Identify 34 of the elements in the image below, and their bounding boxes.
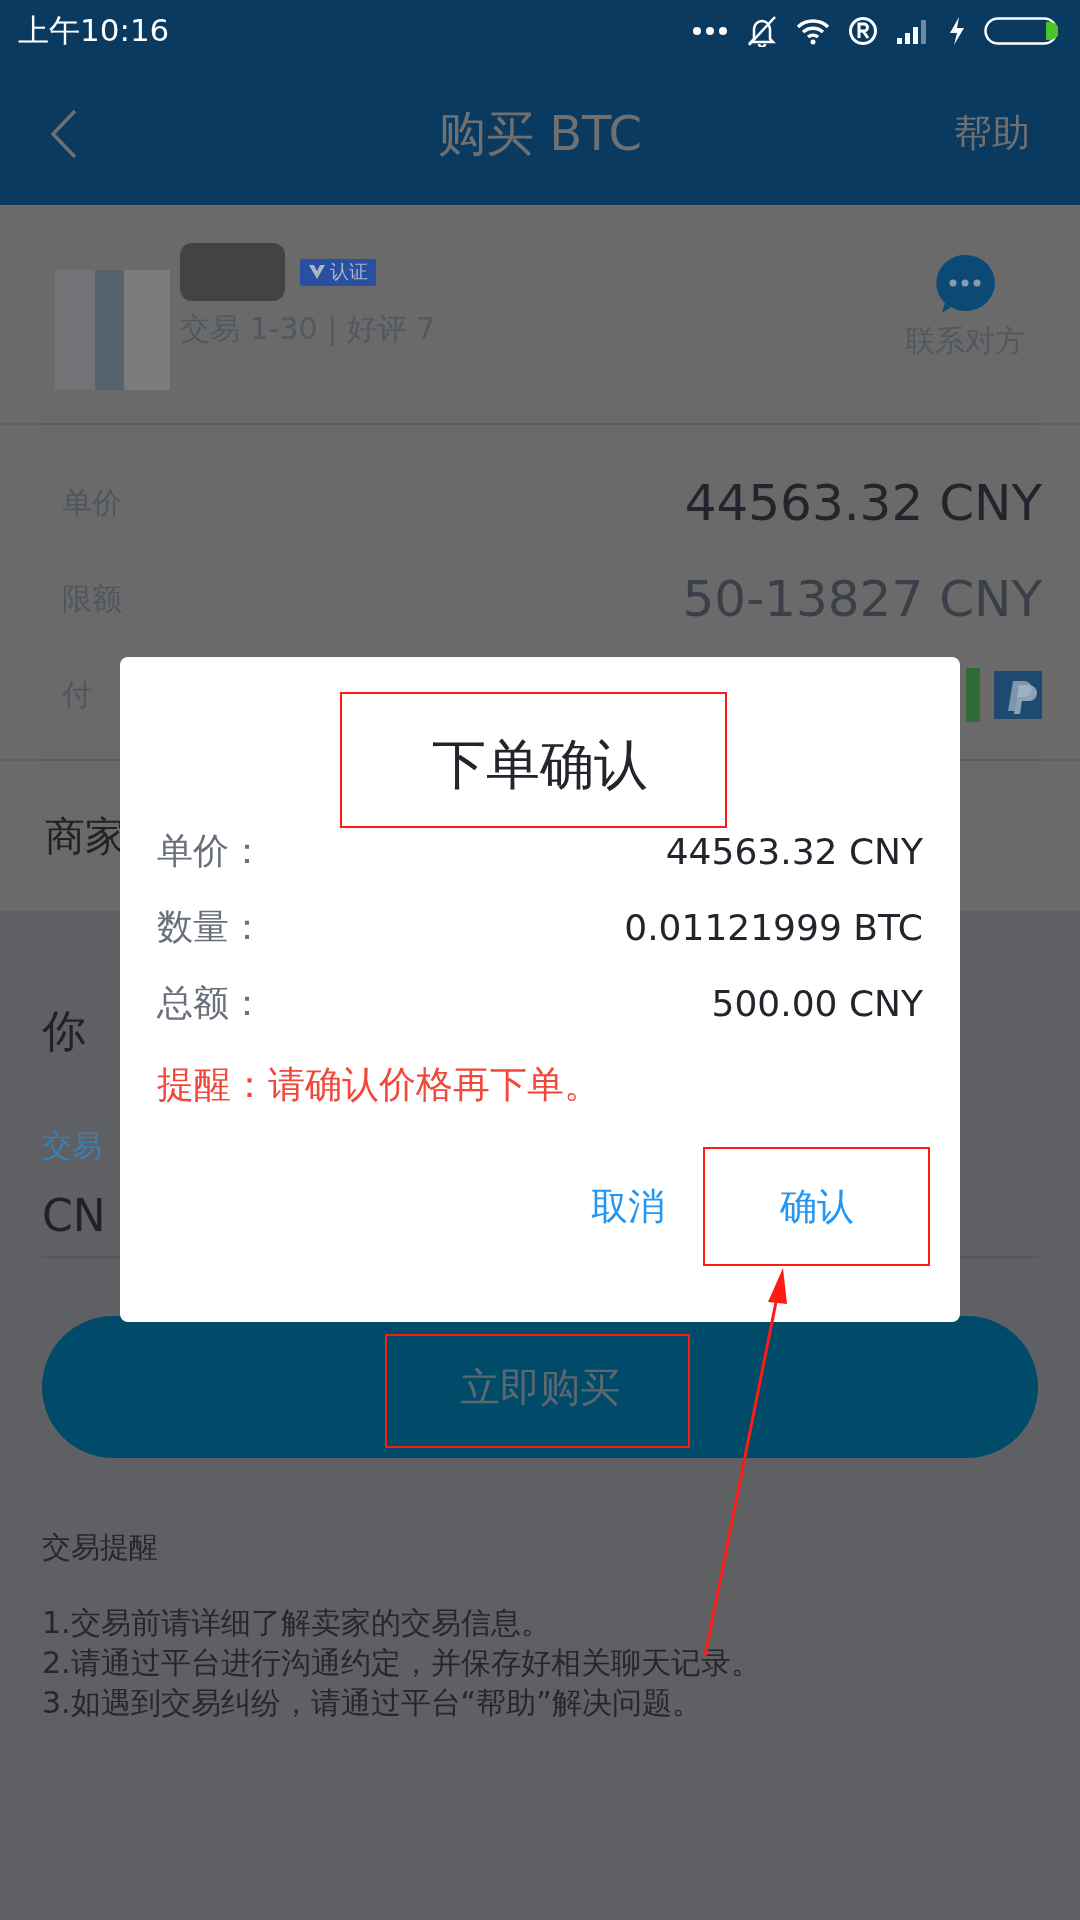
confirm-button[interactable]: 确认	[705, 1149, 928, 1264]
help-link[interactable]: 帮助	[954, 108, 1030, 159]
detail-value: 44563.32 CNY	[684, 474, 1042, 532]
bell-muted-icon	[746, 15, 778, 47]
buy-now-button[interactable]: 立即购买	[42, 1316, 1038, 1458]
warning-text: 提醒：请确认价格再下单。	[157, 1062, 602, 1108]
charging-icon	[948, 16, 966, 46]
order-label: 数量：	[157, 904, 265, 949]
merchant-note: 商家	[45, 811, 125, 861]
tip-text: 3.如遇到交易纠纷，请通过平台“帮助”解决问题。	[42, 1684, 703, 1722]
battery-icon	[984, 17, 1058, 45]
order-value: 500.00 CNY	[711, 982, 923, 1024]
order-value: 0.01121999 BTC	[624, 906, 923, 948]
more-dots-icon	[692, 26, 728, 36]
order-label: 单价：	[157, 828, 265, 873]
page-title: 购买 BTC	[437, 103, 643, 163]
field-label: 交易	[42, 1127, 102, 1165]
payment-icon	[994, 671, 1042, 719]
badge-label: 认证	[330, 259, 368, 284]
check-v-icon	[308, 264, 326, 280]
form-heading: 你	[42, 1004, 86, 1058]
payment-icon	[966, 668, 980, 722]
tip-text: 1.交易前请详细了解卖家的交易信息。	[42, 1604, 552, 1642]
tips-title: 交易提醒	[42, 1529, 159, 1566]
order-value: 44563.32 CNY	[665, 830, 923, 872]
registered-icon	[848, 16, 878, 46]
status-time: 上午10:16	[18, 11, 170, 50]
tip-text: 2.请通过平台进行沟通约定，并保存好相关聊天记录。	[42, 1644, 762, 1682]
order-label: 总额：	[157, 980, 265, 1025]
cancel-button[interactable]: 取消	[553, 1147, 703, 1266]
dialog-title: 下单确认	[432, 737, 648, 793]
wifi-icon	[796, 17, 830, 45]
back-icon[interactable]	[50, 108, 78, 159]
chat-bubble-icon[interactable]	[934, 253, 996, 315]
